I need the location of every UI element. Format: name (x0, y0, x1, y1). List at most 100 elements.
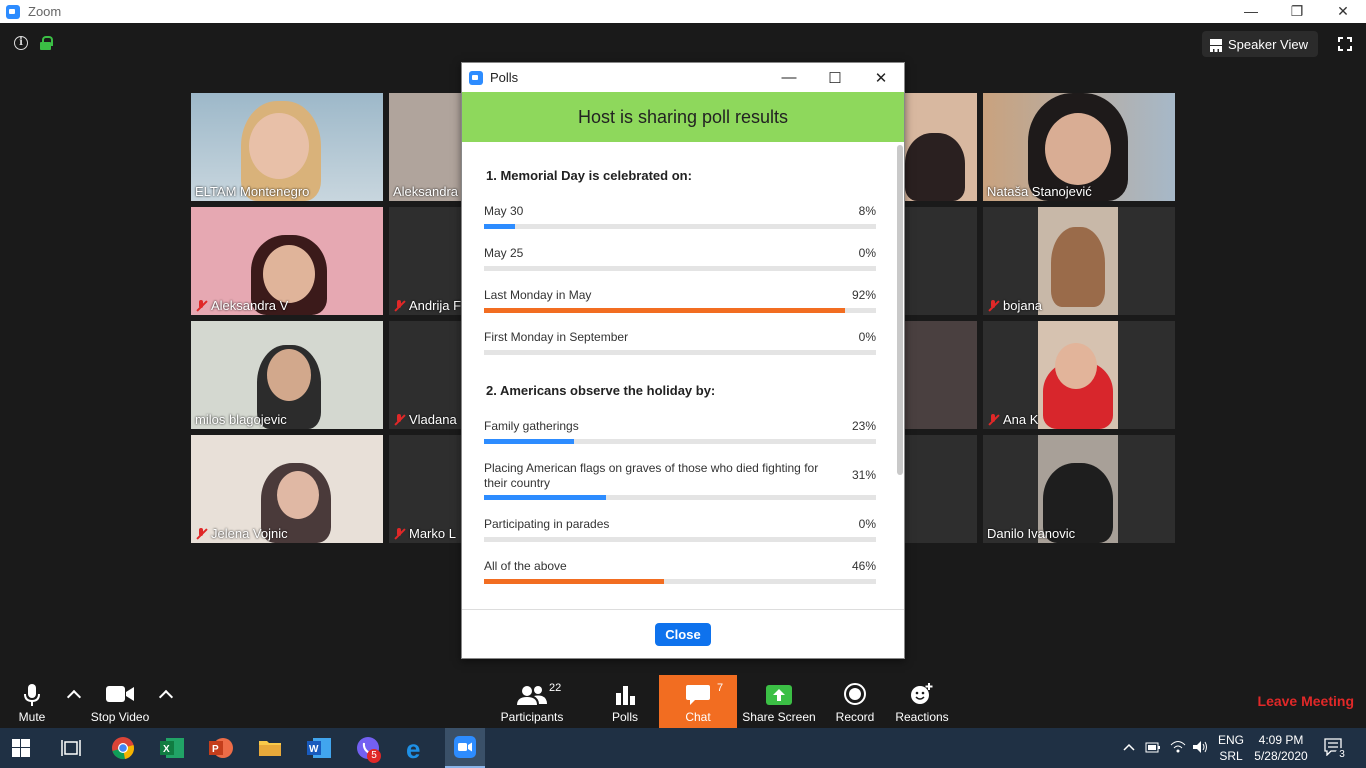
video-options-chevron-up-icon[interactable] (158, 689, 174, 705)
encryption-lock-icon[interactable] (40, 36, 53, 50)
polls-close-icon[interactable]: ✕ (858, 69, 904, 87)
edge-icon[interactable]: e (405, 736, 429, 760)
participants-icon (517, 686, 547, 705)
poll-answer: Placing American flags on graves of thos… (484, 461, 876, 500)
mute-button[interactable]: Mute (12, 675, 52, 728)
chat-button[interactable]: 7 Chat (659, 675, 737, 728)
record-icon (844, 683, 866, 705)
polls-chart-icon (616, 686, 635, 705)
stop-video-label: Stop Video (90, 710, 150, 724)
poll-results-body: 1. Memorial Day is celebrated on: May 30… (462, 142, 904, 610)
excel-icon[interactable]: X (160, 736, 184, 760)
system-clock[interactable]: 4:09 PM 5/28/2020 (1252, 732, 1310, 764)
video-tile[interactable]: Marko L (389, 435, 461, 543)
powerpoint-icon[interactable]: P (209, 736, 233, 760)
chrome-icon[interactable] (111, 736, 135, 760)
answer-percent: 0% (858, 246, 876, 260)
answer-percent: 46% (851, 559, 876, 573)
mute-label: Mute (18, 710, 46, 724)
answer-label: Last Monday in May (484, 288, 592, 302)
clock-time: 4:09 PM (1258, 733, 1304, 747)
polls-titlebar: Polls — ☐ ✕ (462, 63, 904, 92)
participant-name: Andrija F (409, 298, 461, 313)
video-tile[interactable]: Andrija F (389, 207, 461, 315)
language-bottom: SRL (1219, 749, 1243, 763)
close-button[interactable]: Close (655, 623, 711, 646)
input-language[interactable]: ENG SRL (1218, 732, 1244, 764)
participant-name: Vladana (409, 412, 457, 427)
poll-results-banner: Host is sharing poll results (462, 92, 904, 142)
viber-badge: 5 (367, 749, 381, 763)
chat-label: Chat (685, 710, 711, 724)
video-tile[interactable] (905, 321, 977, 429)
answer-bar (484, 579, 665, 584)
window-minimize-button[interactable]: — (1228, 3, 1274, 20)
windows-start-icon[interactable] (12, 739, 30, 757)
polls-button[interactable]: Polls (604, 675, 646, 728)
tray-chevron-up-icon[interactable] (1123, 743, 1135, 751)
polls-dialog: Polls — ☐ ✕ Host is sharing poll results… (461, 62, 905, 659)
leave-meeting-button[interactable]: Leave Meeting (1258, 693, 1354, 709)
meeting-toolbar: Mute Stop Video 22 Participants Polls 7 (0, 675, 1366, 728)
answer-percent: 31% (851, 468, 876, 482)
speaker-view-icon (1210, 39, 1222, 50)
video-tile[interactable] (905, 207, 977, 315)
video-tile[interactable]: Aleksandra V (191, 207, 383, 315)
zoom-logo-icon (469, 70, 483, 85)
participant-name: milos blagojevic (195, 412, 287, 427)
task-view-icon[interactable] (61, 739, 81, 757)
muted-mic-icon (393, 413, 405, 426)
polls-footer: Close (462, 609, 904, 658)
video-tile[interactable]: Vladana (389, 321, 461, 429)
polls-minimize-button[interactable]: — (766, 69, 812, 87)
video-tile[interactable]: Ana K (983, 321, 1175, 429)
battery-icon[interactable] (1145, 740, 1161, 754)
fullscreen-icon[interactable] (1338, 37, 1352, 51)
zoom-app-icon (454, 736, 476, 758)
video-tile[interactable]: bojana (983, 207, 1175, 315)
participant-name: Aleksandra V (211, 298, 289, 313)
svg-text:e: e (406, 736, 420, 760)
meeting-info-icon[interactable]: i (14, 36, 28, 50)
video-tile[interactable]: ELTAM Montenegro (191, 93, 383, 201)
microphone-icon (24, 684, 40, 706)
poll-answer: Family gatherings 23% (484, 419, 876, 444)
window-restore-button[interactable]: ❐ (1274, 3, 1320, 20)
video-tile[interactable] (905, 435, 977, 543)
answer-label: First Monday in September (484, 330, 629, 344)
question-title: 1. Memorial Day is celebrated on: (486, 168, 692, 183)
svg-text:X: X (163, 744, 170, 755)
share-screen-button[interactable]: Share Screen (742, 675, 816, 728)
answer-label: Family gatherings (484, 419, 579, 433)
participants-button[interactable]: 22 Participants (497, 675, 567, 728)
audio-options-chevron-up-icon[interactable] (66, 689, 82, 705)
answer-label: May 25 (484, 246, 524, 260)
video-tile[interactable]: Aleksandra (389, 93, 461, 201)
zoom-taskbar-item[interactable] (445, 728, 485, 768)
stop-video-button[interactable]: Stop Video (86, 675, 154, 728)
answer-percent: 23% (851, 419, 876, 433)
polls-maximize-button[interactable]: ☐ (812, 69, 858, 87)
participant-name: Aleksandra (393, 184, 459, 199)
wifi-icon[interactable] (1170, 739, 1186, 755)
video-tile[interactable]: Danilo Ivanovic (983, 435, 1175, 543)
reactions-button[interactable]: Reactions (894, 675, 950, 728)
word-icon[interactable]: W (307, 736, 331, 760)
poll-answer: Last Monday in May 92% (484, 288, 876, 313)
speaker-view-button[interactable]: Speaker View (1202, 31, 1318, 57)
video-tile[interactable]: Nataša Stanojević (983, 93, 1175, 201)
window-close-button[interactable]: ✕ (1320, 3, 1366, 20)
notifications-count: 3 (1335, 748, 1349, 762)
record-button[interactable]: Record (832, 675, 878, 728)
language-top: ENG (1218, 733, 1245, 747)
volume-icon[interactable] (1192, 739, 1208, 755)
video-tile[interactable]: milos blagojevic (191, 321, 383, 429)
participants-count-badge: 22 (549, 682, 562, 694)
speaker-view-label: Speaker View (1228, 36, 1308, 52)
video-tile[interactable]: Jelena Vojnic (191, 435, 383, 543)
poll-answer: Participating in parades 0% (484, 517, 876, 542)
video-tile[interactable] (905, 93, 977, 201)
poll-scrollbar[interactable] (897, 145, 903, 475)
file-explorer-icon[interactable] (258, 736, 282, 760)
video-camera-icon (106, 686, 134, 702)
